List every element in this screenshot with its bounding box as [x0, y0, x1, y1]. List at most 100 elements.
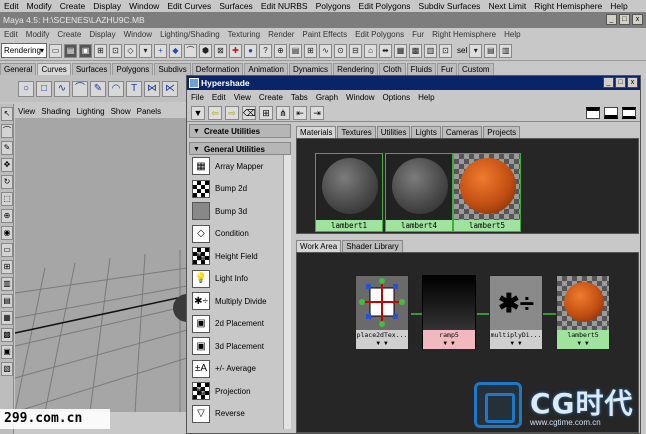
render-globals-icon[interactable]: ▥	[424, 43, 437, 58]
hs-menu-create[interactable]: Create	[255, 93, 287, 102]
circle-curve-icon[interactable]: ○	[18, 80, 34, 97]
render-view-icon[interactable]: ⊡	[439, 43, 452, 58]
mat-tab-materials[interactable]: Materials	[296, 126, 337, 138]
snap-curve-icon[interactable]: ∿	[319, 43, 332, 58]
pencil-curve-icon[interactable]: ✎	[90, 80, 106, 97]
viewport-menu-view[interactable]: View	[15, 107, 38, 116]
open-scene-icon[interactable]: ▤	[64, 43, 77, 58]
menu-modify[interactable]: Modify	[23, 1, 56, 11]
shelf-tab-fluids[interactable]: Fluids	[406, 63, 437, 75]
hs-menu-graph[interactable]: Graph	[312, 93, 342, 102]
utility-item[interactable]: ▦ Projection	[189, 380, 291, 403]
hs-menu-help[interactable]: Help	[414, 93, 438, 102]
detach-curve-icon[interactable]: ⋉	[162, 80, 178, 97]
new-scene-icon[interactable]: ▭	[49, 43, 62, 58]
menu2-texturing[interactable]: Texturing	[224, 30, 264, 39]
mat-tab-utilities[interactable]: Utilities	[376, 126, 411, 138]
menu-edit-curves[interactable]: Edit Curves	[163, 1, 215, 11]
select-tool-icon[interactable]: ↖	[1, 107, 13, 121]
menu2-paint-effects[interactable]: Paint Effects	[298, 30, 351, 39]
layout-outliner-icon[interactable]: ▤	[1, 294, 13, 308]
square-curve-icon[interactable]: □	[36, 80, 52, 97]
tool-settings-icon[interactable]: ▥	[499, 43, 513, 58]
node-port-arrows-icon[interactable]: ▼ ▼	[490, 340, 542, 349]
node-port-arrows-icon[interactable]: ▼ ▼	[557, 340, 609, 349]
utilities-scrollbar[interactable]	[283, 155, 291, 429]
menu2-lighting-shading[interactable]: Lighting/Shading	[156, 30, 224, 39]
shelf-tab-deformation[interactable]: Deformation	[191, 63, 244, 75]
select-object-icon[interactable]: ⊡	[109, 43, 122, 58]
input-field-options-icon[interactable]: ▾	[469, 43, 483, 58]
viewport-menu-panels[interactable]: Panels	[134, 107, 164, 116]
material-swatch[interactable]: lambert4	[385, 153, 453, 232]
menu-subdiv-surfaces[interactable]: Subdiv Surfaces	[415, 1, 485, 11]
mask-handles-icon[interactable]: ▾	[139, 43, 152, 58]
utility-item[interactable]: ◇ Condition	[189, 223, 291, 246]
select-by-render-icon[interactable]: ●	[244, 43, 257, 58]
lock-selection-icon[interactable]: ⊕	[274, 43, 287, 58]
mat-tab-projects[interactable]: Projects	[483, 126, 521, 138]
cv-curve-icon[interactable]: ∿	[54, 80, 70, 97]
menu2-create[interactable]: Create	[53, 30, 85, 39]
snap-point-icon[interactable]: ⊙	[334, 43, 347, 58]
shelf-tab-curves[interactable]: Curves	[37, 63, 71, 75]
layout-four-icon[interactable]: ⊞	[1, 260, 13, 274]
utility-item[interactable]: 💡 Light Info	[189, 268, 291, 291]
mode-select[interactable]: Rendering	[1, 43, 47, 58]
make-live-icon[interactable]: ⌂	[364, 43, 377, 58]
highlight-selection-icon[interactable]: ▤	[289, 43, 302, 58]
utility-item[interactable]: ▦ Height Field	[189, 245, 291, 268]
layout-graph-icon[interactable]: ▦	[1, 311, 13, 325]
clear-graph-icon[interactable]: ⌫	[242, 105, 256, 120]
shelf-tab-cloth[interactable]: Cloth	[378, 63, 406, 75]
viewport-menu-show[interactable]: Show	[108, 107, 134, 116]
toggle-create-bar-icon[interactable]: ▼	[191, 105, 205, 120]
snap-view-plane-icon[interactable]: ⊟	[349, 43, 362, 58]
menu-polygons[interactable]: Polygons	[312, 1, 355, 11]
ipr-render-icon[interactable]: ▩	[409, 43, 422, 58]
close-button[interactable]: x	[632, 14, 643, 25]
layout-side-icon[interactable]: ▥	[1, 277, 13, 291]
shelf-tab-custom[interactable]: Custom	[458, 63, 494, 75]
mat-tab-cameras[interactable]: Cameras	[441, 126, 483, 138]
select-hierarchy-icon[interactable]: ⊞	[94, 43, 107, 58]
work-tab-work-area[interactable]: Work Area	[296, 240, 342, 252]
menu2-right-hemisphere[interactable]: Right Hemisphere	[428, 30, 500, 39]
material-swatch[interactable]: lambert5	[453, 153, 521, 232]
hs-menu-file[interactable]: File	[187, 93, 208, 102]
maximize-button[interactable]: □	[619, 14, 630, 25]
shelf-tab-fur[interactable]: Fur	[437, 63, 458, 75]
material-swatch[interactable]: lambert1	[315, 153, 383, 232]
utility-item[interactable]: ▽ Reverse	[189, 403, 291, 426]
menu-create[interactable]: Create	[56, 1, 90, 11]
minimize-button[interactable]: _	[606, 14, 617, 25]
manipulator-tool-icon[interactable]: ⊕	[1, 209, 13, 223]
text-curve-icon[interactable]: T	[126, 80, 142, 97]
hs-menu-options[interactable]: Options	[379, 93, 415, 102]
layout-bottom-icon[interactable]	[604, 106, 618, 119]
menu-edit-nurbs[interactable]: Edit NURBS	[257, 1, 312, 11]
output-connections-icon[interactable]: ⇥	[310, 105, 324, 120]
shelf-tab-surfaces[interactable]: Surfaces	[71, 63, 112, 75]
hs-menu-view[interactable]: View	[230, 93, 255, 102]
shelf-tab-general[interactable]: General	[0, 63, 37, 75]
back-arrow-icon[interactable]: ⇦	[208, 105, 222, 120]
hs-menu-edit[interactable]: Edit	[208, 93, 230, 102]
rotate-tool-icon[interactable]: ↻	[1, 175, 13, 189]
forward-arrow-icon[interactable]: ⇨	[225, 105, 239, 120]
layout-top-icon[interactable]	[586, 106, 600, 119]
input-connections-icon[interactable]: ⇤	[293, 105, 307, 120]
select-misc-icon[interactable]: ?	[259, 43, 272, 58]
utility-item[interactable]: ✱÷ Multiply Divide	[189, 290, 291, 313]
menu-edit-polygons[interactable]: Edit Polygons	[355, 1, 415, 11]
menu-right-hemisphere[interactable]: Right Hemisphere	[530, 1, 606, 11]
shading-node-ramp[interactable]: ramp5 ▼ ▼	[422, 275, 476, 349]
select-by-joint-icon[interactable]: ◆	[169, 43, 182, 58]
graph-network-icon[interactable]: ⋔	[276, 105, 290, 120]
render-icon[interactable]: ▦	[394, 43, 407, 58]
hs-close-button[interactable]: x	[627, 77, 638, 88]
history-icon[interactable]: ⬌	[379, 43, 392, 58]
utility-item[interactable]: ±A +/- Average	[189, 358, 291, 381]
select-by-curve-icon[interactable]: ⌒	[184, 43, 197, 58]
menu2-modify[interactable]: Modify	[22, 30, 54, 39]
